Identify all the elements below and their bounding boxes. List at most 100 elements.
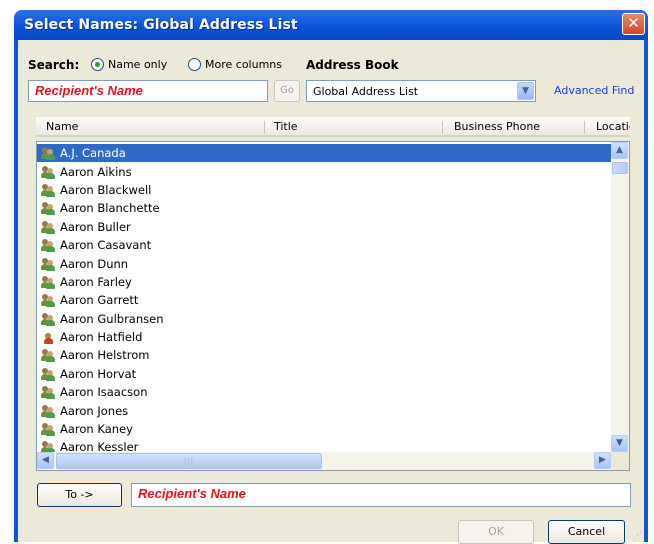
- icon-part: [46, 301, 55, 308]
- icon-part: [46, 374, 55, 381]
- contact-row[interactable]: Aaron Blackwell: [37, 181, 611, 199]
- contact-row[interactable]: A.J. Canada: [37, 144, 611, 163]
- scroll-right-icon[interactable]: ▶: [594, 452, 611, 469]
- radio-selected-icon[interactable]: [91, 58, 104, 71]
- go-button[interactable]: Go: [274, 80, 300, 102]
- contact-name: Aaron Casavant: [60, 238, 152, 253]
- to-recipients-field[interactable]: Recipient's Name: [131, 483, 631, 507]
- user-group-icon: [41, 367, 55, 381]
- contact-row[interactable]: Aaron Horvat: [37, 365, 611, 383]
- contact-list[interactable]: A.J. Canada Aaron Aikins Aaron Blackwell Aa…: [36, 141, 630, 471]
- user-group-icon: [41, 348, 55, 363]
- column-divider[interactable]: [442, 121, 443, 134]
- address-book-label: Address Book: [306, 58, 399, 72]
- contact-name: Aaron Dunn: [60, 256, 129, 271]
- column-location[interactable]: Locatic: [596, 120, 630, 133]
- contact-row[interactable]: Aaron Gulbransen: [37, 310, 611, 328]
- horizontal-scrollbar[interactable]: ◀ ||| ▶: [37, 452, 611, 470]
- vertical-scrollbar[interactable]: ▲ ▼: [611, 142, 629, 452]
- contact-row[interactable]: Aaron Farley: [37, 273, 611, 291]
- contact-row[interactable]: Aaron Jones: [37, 401, 611, 419]
- user-group-icon: [41, 312, 55, 326]
- radio-unselected-icon[interactable]: [188, 58, 201, 71]
- user-group-icon: [41, 220, 55, 234]
- icon-part: [46, 430, 55, 437]
- contact-row[interactable]: Aaron Blanchette: [37, 199, 611, 217]
- user-group-icon: [41, 165, 55, 179]
- user-group-icon: [41, 238, 55, 253]
- icon-part: [46, 319, 55, 326]
- icon-part: [46, 246, 55, 253]
- contact-row[interactable]: Aaron Hatfield: [37, 328, 611, 346]
- to-button[interactable]: To ->: [37, 483, 122, 507]
- icon-part: [46, 172, 55, 179]
- cancel-button[interactable]: Cancel: [548, 520, 625, 544]
- contact-row[interactable]: Aaron Buller: [37, 218, 611, 236]
- icon-part: [46, 264, 55, 271]
- column-title[interactable]: Title: [274, 120, 298, 133]
- contact-name: Aaron Aikins: [60, 164, 132, 179]
- radio-more-columns[interactable]: More columns: [188, 58, 282, 71]
- icon-part: [46, 393, 55, 400]
- contact-row[interactable]: Aaron Garrett: [37, 291, 611, 309]
- radio-name-only[interactable]: Name only: [91, 58, 167, 71]
- chevron-down-icon[interactable]: ▼: [517, 82, 534, 100]
- search-input[interactable]: Recipient's Name: [28, 80, 268, 102]
- scrollbar-corner: [611, 452, 629, 470]
- icon-part: [46, 227, 55, 234]
- icon-part: [46, 356, 55, 363]
- user-group-icon: [41, 146, 55, 161]
- contact-name: A.J. Canada: [60, 146, 126, 161]
- search-label: Search:: [28, 58, 80, 72]
- column-business-phone[interactable]: Business Phone: [454, 120, 540, 133]
- user-icon: [41, 330, 55, 345]
- select-names-dialog: Select Names: Global Address List ✕ Sear…: [14, 10, 648, 544]
- contact-row[interactable]: Aaron Dunn: [37, 254, 611, 272]
- contact-name: Aaron Isaacson: [60, 385, 148, 400]
- column-divider[interactable]: [584, 121, 585, 134]
- column-name[interactable]: Name: [46, 120, 78, 133]
- contact-name: Aaron Blanchette: [60, 201, 160, 216]
- column-header: Name Title Business Phone Locatic: [36, 117, 630, 137]
- contact-row[interactable]: Aaron Casavant: [37, 236, 611, 254]
- user-group-icon: [41, 385, 55, 400]
- icon-part: [46, 282, 55, 289]
- contact-row[interactable]: Aaron Helstrom: [37, 346, 611, 364]
- contact-name: Aaron Helstrom: [60, 348, 150, 363]
- user-group-icon: [41, 422, 55, 437]
- address-book-value: Global Address List: [313, 85, 419, 98]
- advanced-find-link[interactable]: Advanced Find: [554, 84, 634, 97]
- user-group-icon: [41, 201, 55, 216]
- contact-list-items: A.J. Canada Aaron Aikins Aaron Blackwell Aa…: [37, 144, 611, 457]
- contact-row[interactable]: Aaron Kaney: [37, 420, 611, 438]
- scroll-left-icon[interactable]: ◀: [37, 452, 54, 469]
- contact-name: Aaron Garrett: [60, 293, 139, 308]
- scroll-up-icon[interactable]: ▲: [611, 142, 628, 159]
- contact-name: Aaron Gulbransen: [60, 311, 164, 326]
- search-input-value: Recipient's Name: [35, 83, 143, 98]
- dialog-body: Search: Name only More columns Address B…: [18, 40, 644, 544]
- column-divider[interactable]: [264, 121, 265, 134]
- ok-button[interactable]: OK: [458, 520, 534, 544]
- icon-part: [46, 209, 55, 216]
- title-bar[interactable]: Select Names: Global Address List ✕: [14, 10, 648, 40]
- address-book-select[interactable]: Global Address List ▼: [306, 80, 536, 102]
- user-group-icon: [41, 183, 55, 197]
- horizontal-scroll-thumb[interactable]: |||: [56, 453, 322, 469]
- dialog-title: Select Names: Global Address List: [24, 17, 298, 33]
- contact-name: Aaron Farley: [60, 274, 132, 289]
- icon-part: [46, 154, 55, 161]
- to-recipients-value: Recipient's Name: [138, 486, 246, 501]
- contact-name: Aaron Jones: [60, 403, 129, 418]
- scroll-down-icon[interactable]: ▼: [611, 435, 628, 452]
- resize-grip-icon[interactable]: ⋰: [633, 532, 642, 541]
- close-icon[interactable]: ✕: [622, 13, 645, 35]
- user-group-icon: [41, 293, 55, 308]
- contact-row[interactable]: Aaron Aikins: [37, 162, 611, 180]
- contact-row[interactable]: Aaron Isaacson: [37, 383, 611, 401]
- contact-name: Aaron Blackwell: [60, 182, 152, 197]
- vertical-scroll-thumb[interactable]: [612, 162, 628, 174]
- user-group-icon: [41, 404, 55, 418]
- radio-name-only-label: Name only: [108, 58, 168, 71]
- user-group-icon: [41, 257, 55, 271]
